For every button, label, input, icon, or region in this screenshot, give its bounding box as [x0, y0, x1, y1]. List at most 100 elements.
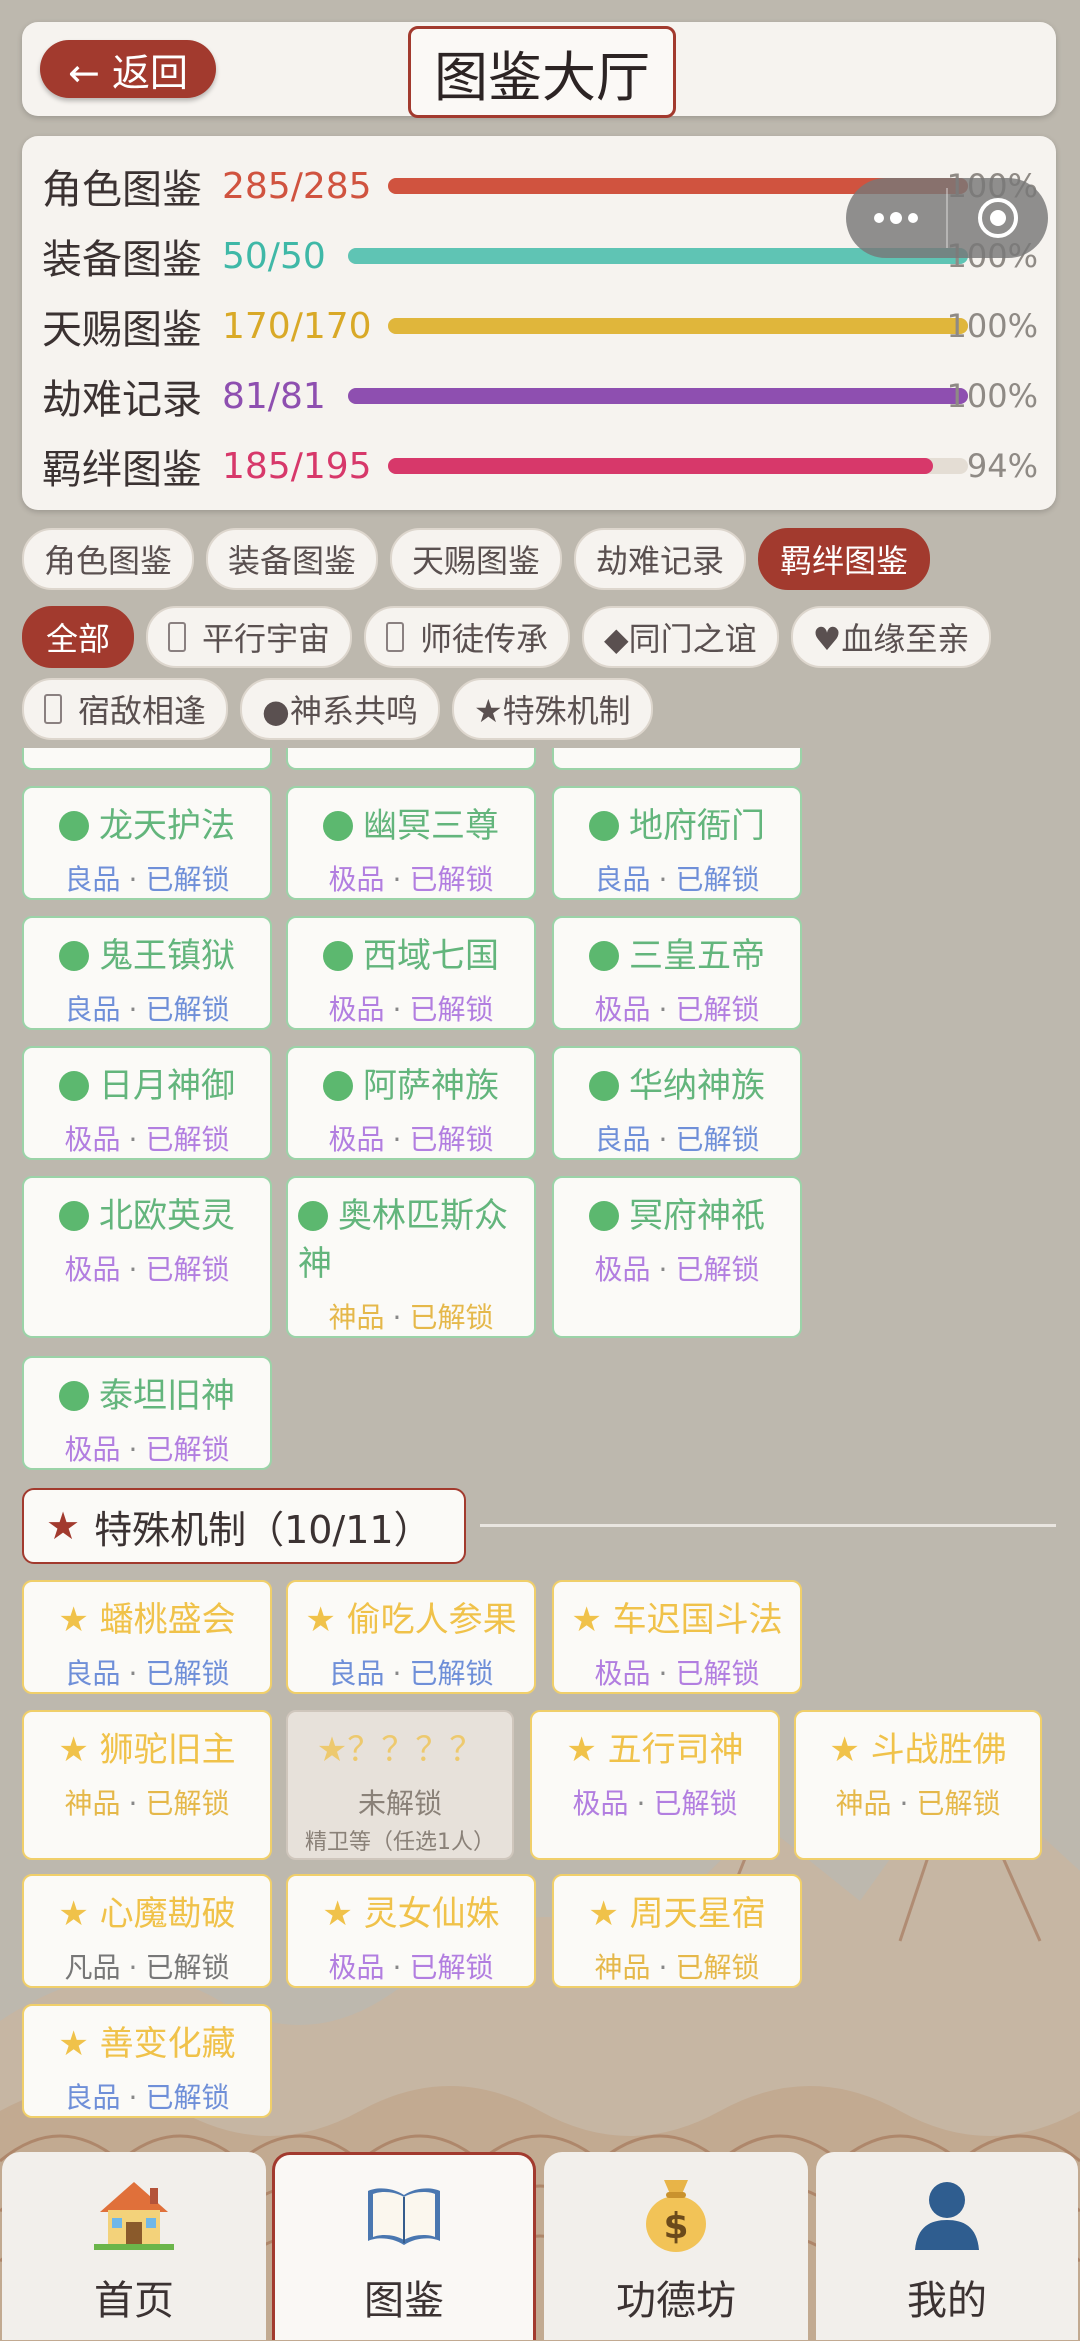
- card-meta: 极品 · 已解锁: [554, 1248, 800, 1288]
- progress-fill: [348, 388, 968, 404]
- filter-mentor[interactable]: 师徒传承: [364, 606, 571, 668]
- card-name: 鬼王镇狱: [24, 932, 270, 980]
- special-card[interactable]: ★ 周天星宿 神品 · 已解锁: [552, 1874, 802, 1988]
- stat-percent: 94%: [966, 447, 1038, 485]
- filter-divine[interactable]: ●神系共鸣: [240, 678, 440, 740]
- bond-card[interactable]: 冥府神祇 极品 · 已解锁: [552, 1176, 802, 1338]
- bond-card[interactable]: 奥林匹斯众神 神品 · 已解锁: [286, 1176, 536, 1338]
- green-dot-icon: [589, 811, 619, 841]
- bond-card[interactable]: 日月神御 极品 · 已解锁: [22, 1046, 272, 1160]
- status-label: 已解锁: [409, 993, 494, 1026]
- nav-profile[interactable]: 我的: [816, 2152, 1078, 2340]
- filter-blood[interactable]: ♥血缘至亲: [790, 606, 992, 668]
- filter-parallel[interactable]: 平行宇宙: [146, 606, 353, 668]
- tab-roles[interactable]: 角色图鉴: [22, 528, 195, 590]
- card-meta: 极品 · 已解锁: [288, 1946, 534, 1986]
- filter-label: 师徒传承: [420, 620, 549, 658]
- card-meta: 凡品 · 已解锁: [24, 1946, 270, 1986]
- nav-home[interactable]: 首页: [2, 2152, 266, 2340]
- quality-label: 良品: [64, 2081, 121, 2114]
- card-meta: 极品 · 已解锁: [532, 1782, 778, 1822]
- bond-card[interactable]: 阿萨神族 极品 · 已解锁: [286, 1046, 536, 1160]
- card-name-text: 泰坦旧神: [99, 1376, 235, 1416]
- tab-equipment[interactable]: 装备图鉴: [206, 528, 379, 590]
- progress-bar: [388, 458, 968, 474]
- bond-card[interactable]: 华纳神族良品 · 已解锁: [552, 1046, 802, 1160]
- special-card[interactable]: ★ 偷吃人参果 良品 · 已解锁: [286, 1580, 536, 1694]
- card-name-text: 华纳神族: [629, 1066, 765, 1106]
- special-card[interactable]: ★ 善变化藏 良品 · 已解锁: [22, 2004, 272, 2118]
- special-card[interactable]: ★ 车迟国斗法 极品 · 已解锁: [552, 1580, 802, 1694]
- filter-rival[interactable]: 宿敌相逢: [22, 678, 229, 740]
- special-card[interactable]: ★ 心魔勘破 凡品 · 已解锁: [22, 1874, 272, 1988]
- status-label: 已解锁: [145, 1657, 230, 1690]
- green-dot-icon: [589, 1201, 619, 1231]
- bond-card[interactable]: 龙天护法 良品 · 已解锁: [22, 786, 272, 900]
- card-name: ★ 五行司神: [566, 1730, 744, 1770]
- stat-percent: 100%: [946, 307, 1038, 345]
- card-meta: 极品 · 已解锁: [288, 858, 534, 898]
- stat-value: 185/195: [222, 445, 372, 487]
- bond-filters-row2: 宿敌相逢 ●神系共鸣 ★特殊机制: [22, 678, 653, 740]
- card-name: ★？？？？: [316, 1730, 484, 1770]
- green-dot-icon: [298, 1201, 328, 1231]
- card-meta: 极品 · 已解锁: [288, 1118, 534, 1158]
- card-partial: [22, 748, 272, 770]
- section-header-special: ★ 特殊机制（10/11）: [22, 1488, 466, 1564]
- separator-dot: ·: [392, 1951, 402, 1984]
- locked-special-card[interactable]: ★？？？？ 未解锁 精卫等（任选1人）: [286, 1710, 514, 1860]
- separator-dot: ·: [658, 993, 668, 1026]
- bond-card[interactable]: 北欧英灵 极品 · 已解锁: [22, 1176, 272, 1338]
- bond-card[interactable]: 泰坦旧神 极品 · 已解锁: [22, 1356, 272, 1470]
- quality-label: 良品: [594, 863, 651, 896]
- progress-bar: [348, 388, 968, 404]
- close-mini-program-button[interactable]: [948, 178, 1048, 258]
- tab-gifts[interactable]: 天赐图鉴: [390, 528, 563, 590]
- status-label: 已解锁: [145, 1253, 230, 1286]
- more-dots-icon: [874, 212, 918, 224]
- separator-dot: ·: [128, 863, 138, 896]
- status-label: 已解锁: [653, 1787, 738, 1820]
- filter-all[interactable]: 全部: [22, 606, 135, 668]
- bond-card[interactable]: 鬼王镇狱 良品 · 已解锁: [22, 916, 272, 1030]
- special-card[interactable]: ★ 斗战胜佛 神品 · 已解锁: [794, 1710, 1042, 1860]
- green-dot-icon: [59, 1381, 89, 1411]
- nav-merit-shop[interactable]: $ 功德坊: [544, 2152, 808, 2340]
- stat-label: 羁绊图鉴: [42, 447, 202, 493]
- status-label: 已解锁: [145, 863, 230, 896]
- bond-card[interactable]: 西域七国 极品 · 已解锁: [286, 916, 536, 1030]
- quality-label: 极品: [594, 1657, 651, 1690]
- bottom-navigation: 首页 图鉴 $ 功德坊 我的: [0, 2148, 1080, 2341]
- separator-dot: ·: [658, 1253, 668, 1286]
- special-card[interactable]: ★ 蟠桃盛会 良品 · 已解锁: [22, 1580, 272, 1694]
- bond-card[interactable]: 三皇五帝 极品 · 已解锁: [552, 916, 802, 1030]
- filter-special[interactable]: ★特殊机制: [451, 678, 653, 740]
- unlock-hint: 精卫等（任选1人）: [305, 1830, 495, 1855]
- quality-label: 极品: [64, 1253, 121, 1286]
- nav-collection[interactable]: 图鉴: [272, 2152, 536, 2340]
- more-menu-button[interactable]: [846, 178, 946, 258]
- tab-bonds[interactable]: 羁绊图鉴: [758, 528, 931, 590]
- stat-value: 285/285: [222, 165, 372, 207]
- card-name: ★ 偷吃人参果: [305, 1600, 517, 1640]
- quality-label: 极品: [594, 1253, 651, 1286]
- special-card[interactable]: ★ 五行司神 极品 · 已解锁: [530, 1710, 780, 1860]
- bond-card[interactable]: 幽冥三尊 极品 · 已解锁: [286, 786, 536, 900]
- special-card[interactable]: ★ 灵女仙姝 极品 · 已解锁: [286, 1874, 536, 1988]
- stat-percent: 100%: [946, 377, 1038, 415]
- tab-calamity[interactable]: 劫难记录: [574, 528, 747, 590]
- separator-dot: ·: [658, 1657, 668, 1690]
- card-name: 北欧英灵: [24, 1192, 270, 1240]
- green-dot-icon: [59, 811, 89, 841]
- missing-glyph-icon: [168, 622, 187, 652]
- filter-sect[interactable]: ◆同门之谊: [582, 606, 779, 668]
- separator-dot: ·: [899, 1787, 909, 1820]
- separator-dot: ·: [128, 1433, 138, 1466]
- card-name: ★ 车迟国斗法: [571, 1600, 783, 1640]
- card-meta: 良品 · 已解锁: [554, 1118, 800, 1158]
- separator-dot: ·: [636, 1787, 646, 1820]
- back-button[interactable]: ← 返回: [40, 40, 216, 98]
- green-dot-icon: [323, 811, 353, 841]
- bond-card[interactable]: 地府衙门 良品 · 已解锁: [552, 786, 802, 900]
- special-card[interactable]: ★ 狮驼旧主 神品 · 已解锁: [22, 1710, 272, 1860]
